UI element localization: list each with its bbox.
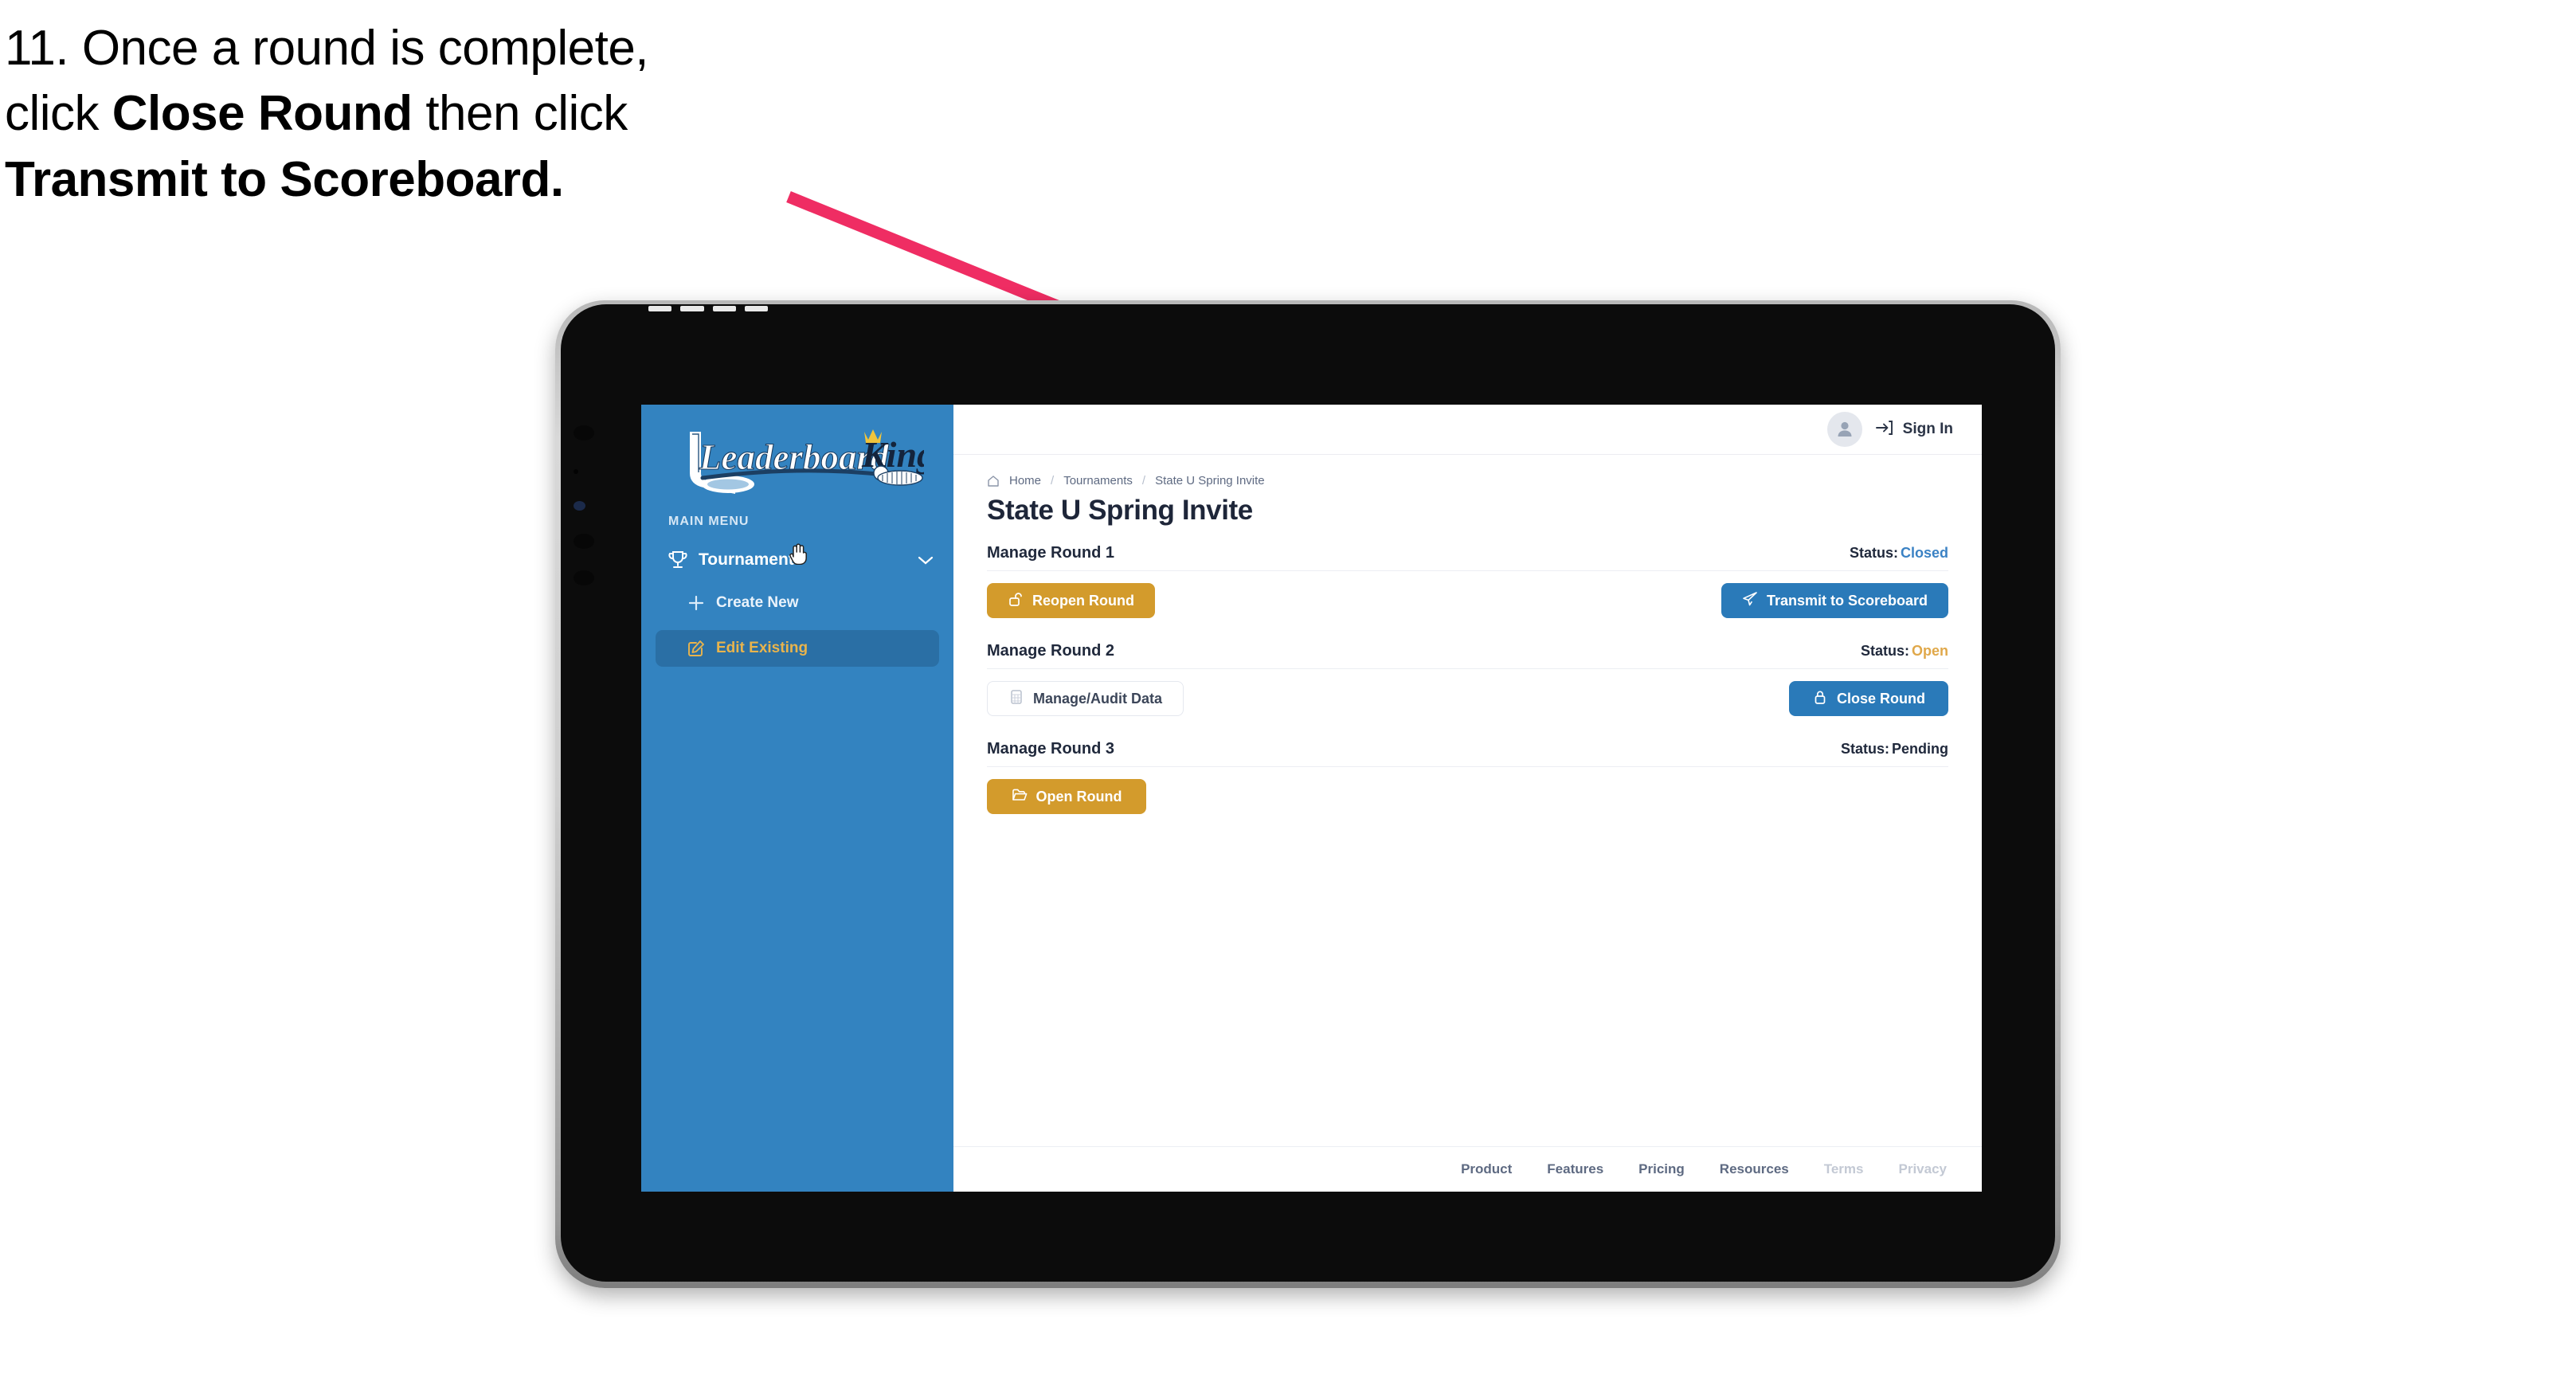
close-round-label: Close Round bbox=[1837, 690, 1925, 707]
footer-link-terms[interactable]: Terms bbox=[1824, 1161, 1864, 1177]
round-block-3: Manage Round 3 Status: Pending Open Roun… bbox=[987, 740, 1948, 814]
sign-in-label: Sign In bbox=[1902, 421, 1953, 437]
round-2-status-label: Status: bbox=[1860, 643, 1909, 659]
tablet-device: Leaderboard King bbox=[555, 300, 2061, 1288]
chevron-down-icon[interactable] bbox=[917, 554, 934, 566]
breadcrumb-item-tournaments[interactable]: Tournaments bbox=[1063, 474, 1133, 487]
tablet-body: Leaderboard King bbox=[561, 304, 2055, 1282]
table-grid-icon bbox=[1008, 689, 1024, 709]
transmit-to-scoreboard-label: Transmit to Scoreboard bbox=[1766, 592, 1928, 609]
edit-square-icon bbox=[687, 640, 705, 657]
footer-link-resources[interactable]: Resources bbox=[1720, 1161, 1789, 1177]
instruction-caption: 11. Once a round is complete, click Clos… bbox=[5, 16, 849, 213]
round-3-status-value: Pending bbox=[1892, 741, 1948, 757]
round-3-title: Manage Round 3 bbox=[987, 740, 1115, 758]
round-3-header: Manage Round 3 Status: Pending bbox=[987, 740, 1948, 767]
round-1-header: Manage Round 1 Status: Closed bbox=[987, 544, 1948, 571]
round-block-2: Manage Round 2 Status: Open Manage/Audit… bbox=[987, 642, 1948, 716]
manage-audit-data-button[interactable]: Manage/Audit Data bbox=[987, 681, 1184, 716]
sidebar-item-create-new-label: Create New bbox=[716, 594, 799, 611]
round-3-status: Status: Pending bbox=[1841, 741, 1948, 758]
open-round-button[interactable]: Open Round bbox=[987, 779, 1146, 814]
round-3-actions: Open Round bbox=[987, 779, 1948, 814]
round-1-status-label: Status: bbox=[1849, 545, 1898, 561]
round-1-status-value: Closed bbox=[1900, 545, 1948, 561]
footer-link-privacy[interactable]: Privacy bbox=[1899, 1161, 1948, 1177]
round-1-status: Status: Closed bbox=[1850, 545, 1948, 562]
folder-open-icon bbox=[1012, 787, 1028, 807]
reopen-round-button[interactable]: Reopen Round bbox=[987, 583, 1155, 618]
user-avatar-icon bbox=[1838, 421, 1852, 437]
close-round-button[interactable]: Close Round bbox=[1789, 681, 1948, 716]
leaderboard-king-logo-icon: Leaderboard King bbox=[690, 429, 924, 494]
tablet-screen: Leaderboard King bbox=[641, 405, 1982, 1192]
round-2-actions: Manage/Audit Data Close Round bbox=[987, 681, 1948, 716]
device-side-dot bbox=[574, 469, 578, 474]
round-2-header: Manage Round 2 Status: Open bbox=[987, 642, 1948, 669]
plus-icon bbox=[687, 594, 705, 612]
home-icon bbox=[987, 475, 1000, 487]
round-1-actions: Reopen Round Transmit to Scoreboard bbox=[987, 583, 1948, 618]
instruction-line-2-bold: Close Round bbox=[112, 86, 413, 142]
round-3-status-label: Status: bbox=[1840, 741, 1889, 757]
main-content: Sign In Home / Tournaments / State U Spr… bbox=[953, 405, 1982, 1192]
breadcrumb-item-home[interactable]: Home bbox=[1009, 474, 1041, 487]
page-title: State U Spring Invite bbox=[987, 495, 1253, 526]
lock-icon bbox=[1812, 689, 1828, 709]
sidebar-group-label: Tournaments bbox=[699, 550, 804, 569]
breadcrumb: Home / Tournaments / State U Spring Invi… bbox=[987, 474, 1948, 487]
instruction-line-3: Transmit to Scoreboard. bbox=[5, 151, 564, 207]
instruction-line-2-post: then click bbox=[412, 86, 628, 142]
transmit-to-scoreboard-button[interactable]: Transmit to Scoreboard bbox=[1721, 583, 1948, 618]
sidebar-item-edit-existing-label: Edit Existing bbox=[716, 640, 808, 656]
app-logo[interactable]: Leaderboard King bbox=[641, 424, 953, 500]
login-arrow-icon bbox=[1875, 419, 1894, 440]
top-bar: Sign In bbox=[953, 405, 1982, 455]
instruction-line-1: 11. Once a round is complete, bbox=[5, 21, 649, 76]
sidebar-item-edit-existing[interactable]: Edit Existing bbox=[656, 630, 939, 667]
device-volume-button bbox=[574, 534, 594, 549]
open-round-label: Open Round bbox=[1035, 788, 1122, 805]
footer-link-features[interactable]: Features bbox=[1547, 1161, 1603, 1177]
device-volume-button-2 bbox=[574, 570, 594, 585]
sidebar-section-label: MAIN MENU bbox=[668, 515, 750, 528]
footer: Product Features Pricing Resources Terms… bbox=[953, 1146, 1982, 1192]
breadcrumb-separator-1: / bbox=[1051, 474, 1055, 487]
page-content: Home / Tournaments / State U Spring Invi… bbox=[953, 455, 1982, 1146]
footer-link-pricing[interactable]: Pricing bbox=[1638, 1161, 1685, 1177]
sidebar-item-create-new[interactable]: Create New bbox=[656, 585, 939, 621]
paper-plane-icon bbox=[1742, 591, 1758, 611]
pointing-hand-cursor bbox=[787, 541, 808, 566]
round-2-status-value: Open bbox=[1911, 643, 1948, 659]
instruction-line-2: click Close Round then click bbox=[5, 81, 849, 147]
trophy-icon bbox=[667, 550, 689, 570]
round-2-status: Status: Open bbox=[1861, 643, 1948, 660]
sign-in-button[interactable]: Sign In bbox=[1875, 419, 1953, 440]
breadcrumb-item-current: State U Spring Invite bbox=[1155, 474, 1265, 487]
sidebar: Leaderboard King bbox=[641, 405, 953, 1192]
instruction-line-2-pre: click bbox=[5, 86, 112, 142]
avatar[interactable] bbox=[1826, 412, 1862, 447]
round-2-title: Manage Round 2 bbox=[987, 642, 1115, 660]
round-block-1: Manage Round 1 Status: Closed Reopen Rou… bbox=[987, 544, 1948, 618]
device-side-button bbox=[574, 425, 594, 440]
manage-audit-data-label: Manage/Audit Data bbox=[1033, 690, 1163, 707]
unlock-icon bbox=[1008, 591, 1024, 611]
footer-link-product[interactable]: Product bbox=[1461, 1161, 1512, 1177]
reopen-round-label: Reopen Round bbox=[1032, 592, 1134, 609]
speaker-grill-icon bbox=[648, 306, 768, 311]
device-camera-icon bbox=[574, 501, 585, 511]
round-1-title: Manage Round 1 bbox=[987, 544, 1115, 562]
svg-text:King: King bbox=[861, 434, 924, 475]
breadcrumb-separator-2: / bbox=[1141, 474, 1146, 487]
